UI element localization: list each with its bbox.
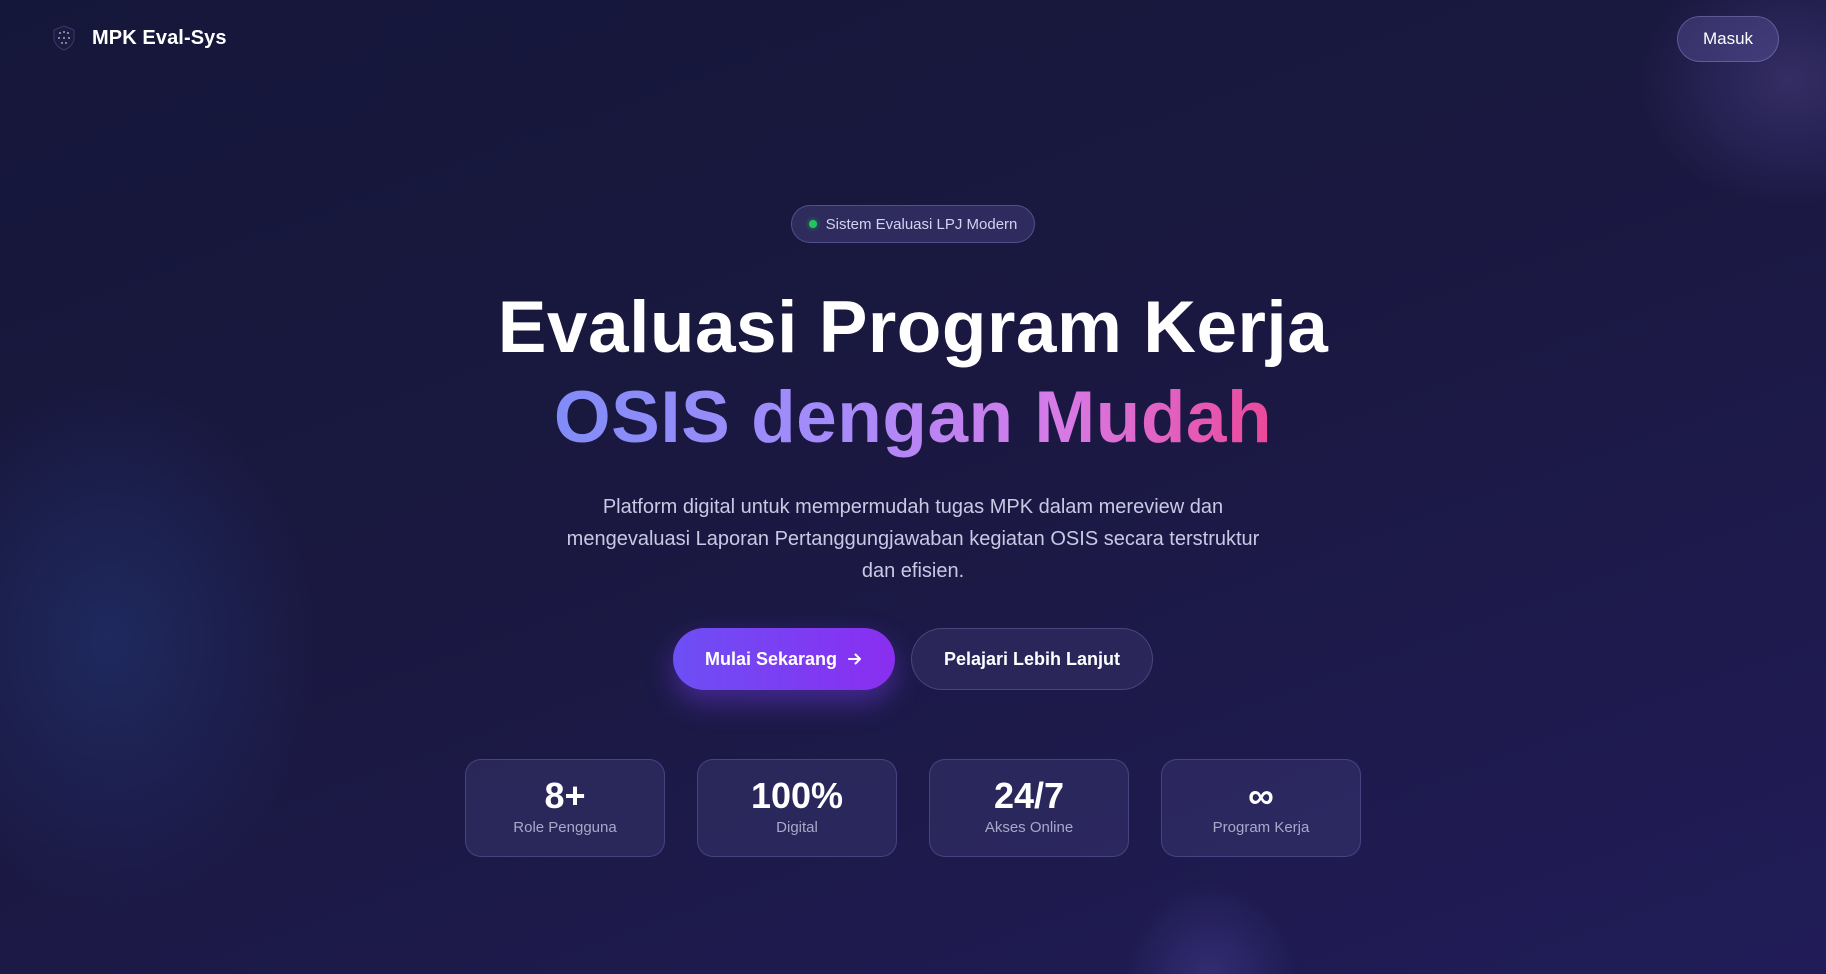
stat-card-digital: 100% Digital	[697, 759, 897, 857]
stat-card-access: 24/7 Akses Online	[929, 759, 1129, 857]
hero-description: Platform digital untuk mempermudah tugas…	[566, 496, 1260, 582]
stat-label: Role Pengguna	[513, 819, 617, 836]
stat-label: Program Kerja	[1212, 819, 1310, 836]
learn-more-button[interactable]: Pelajari Lebih Lanjut	[911, 628, 1153, 690]
hero-title-line1: Evaluasi Program Kerja	[497, 287, 1329, 368]
arrow-right-icon	[848, 653, 862, 665]
stat-label: Akses Online	[984, 819, 1074, 836]
hero-badge: Sistem Evaluasi LPJ Modern	[790, 205, 1036, 243]
stat-label: Digital	[776, 819, 818, 836]
stat-value: 100%	[750, 775, 844, 816]
login-button[interactable]: Masuk	[1677, 16, 1779, 62]
hero-badge-text: Sistem Evaluasi LPJ Modern	[825, 215, 1018, 233]
brand-logo-icon	[53, 25, 75, 51]
brand-name: MPK Eval-Sys	[92, 26, 227, 49]
stat-value: 8+	[544, 775, 586, 816]
hero-title-line2: OSIS dengan Mudah	[554, 373, 1272, 463]
stat-card-roles: 8+ Role Pengguna	[465, 759, 665, 857]
status-dot-icon	[808, 220, 817, 228]
stats-row: 8+ Role Pengguna 100% Digital 24/7 Akses…	[465, 759, 1361, 857]
cta-group: Mulai Sekarang Pelajari Lebih Lanjut	[0, 628, 1826, 690]
hero-title: Evaluasi Program Kerja OSIS dengan Mudah	[0, 283, 1826, 463]
hero-section: Sistem Evaluasi LPJ Modern Evaluasi Prog…	[0, 205, 1826, 690]
start-now-button[interactable]: Mulai Sekarang	[673, 628, 895, 690]
top-navbar: MPK Eval-Sys Masuk	[0, 0, 1826, 80]
brand[interactable]: MPK Eval-Sys	[50, 24, 227, 52]
stat-value: ∞	[1248, 775, 1274, 816]
start-now-label: Mulai Sekarang	[704, 648, 838, 669]
stat-value: 24/7	[993, 775, 1065, 816]
stat-card-programs: ∞ Program Kerja	[1161, 759, 1361, 857]
